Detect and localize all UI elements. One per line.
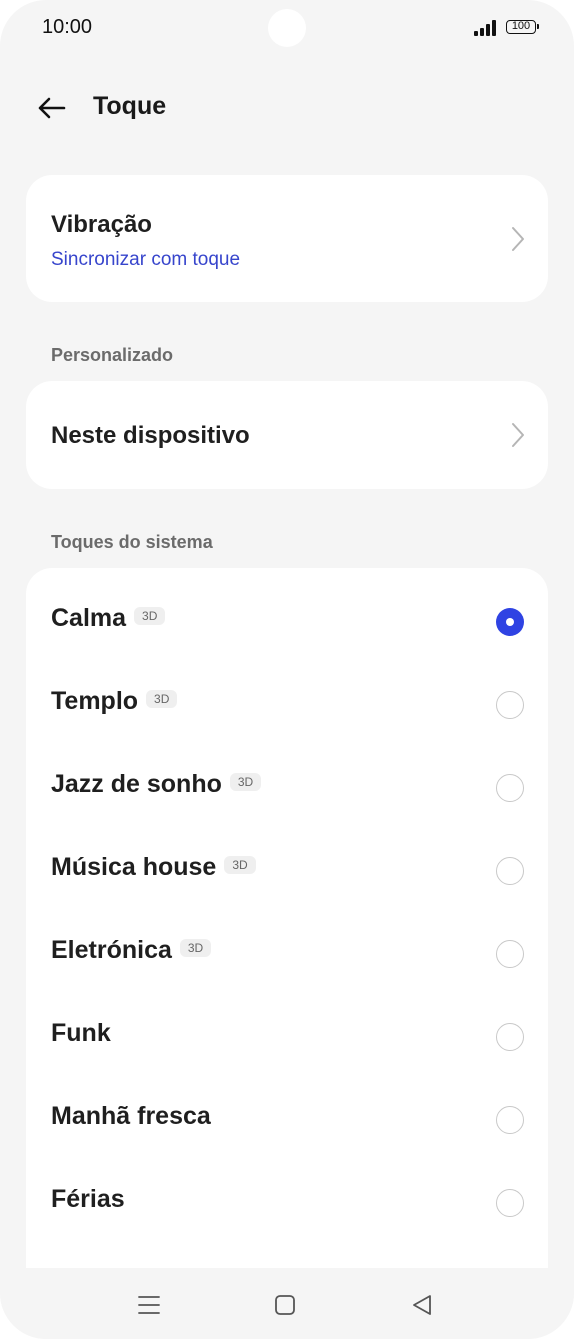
tone-label: Funk bbox=[51, 1019, 111, 1047]
status-bar: 10:00 100 bbox=[0, 0, 574, 56]
tone-item-manha-fresca[interactable]: Manhã fresca bbox=[26, 1079, 548, 1162]
vibration-row[interactable]: Vibração Sincronizar com toque bbox=[26, 175, 548, 302]
header: Toque bbox=[0, 80, 574, 136]
tone-item-musica-house[interactable]: Música house 3D bbox=[26, 830, 548, 913]
page-title: Toque bbox=[93, 92, 167, 120]
tone-label: Templo 3D bbox=[51, 687, 178, 716]
tone-item-calma[interactable]: Calma 3D bbox=[26, 581, 548, 664]
on-device-row[interactable]: Neste dispositivo bbox=[26, 381, 548, 489]
3d-badge: 3D bbox=[224, 856, 256, 875]
vibration-title: Vibração bbox=[51, 211, 152, 238]
home-icon[interactable] bbox=[270, 1290, 300, 1320]
tone-label: Calma 3D bbox=[51, 604, 166, 633]
3d-badge: 3D bbox=[134, 607, 166, 626]
vibration-subtitle: Sincronizar com toque bbox=[51, 249, 241, 270]
navigation-bar bbox=[0, 1268, 574, 1339]
chevron-right-icon bbox=[512, 423, 524, 447]
radio-unselected[interactable] bbox=[496, 691, 524, 719]
tone-label: Eletrónica 3D bbox=[51, 936, 212, 965]
3d-badge: 3D bbox=[146, 690, 178, 709]
radio-unselected[interactable] bbox=[496, 1106, 524, 1134]
tone-label: Música house 3D bbox=[51, 853, 256, 882]
on-device-title: Neste dispositivo bbox=[51, 422, 250, 449]
tone-item-eletronica[interactable]: Eletrónica 3D bbox=[26, 913, 548, 996]
battery-level: 100 bbox=[511, 20, 531, 32]
tone-item-ferias[interactable]: Férias bbox=[26, 1162, 548, 1245]
radio-unselected[interactable] bbox=[496, 857, 524, 885]
section-label-system: Toques do sistema bbox=[51, 532, 213, 552]
status-time: 10:00 bbox=[42, 16, 93, 38]
tone-label: Jazz de sonho 3D bbox=[51, 770, 262, 799]
3d-badge: 3D bbox=[179, 939, 212, 958]
tone-item-templo[interactable]: Templo 3D bbox=[26, 664, 548, 747]
tone-label: Manhã fresca bbox=[51, 1102, 211, 1130]
screen: 10:00 100 Toque Vibração Sincronizar com… bbox=[0, 0, 574, 1339]
chevron-right-icon bbox=[512, 227, 524, 251]
radio-unselected[interactable] bbox=[496, 940, 524, 968]
radio-unselected[interactable] bbox=[496, 774, 524, 802]
menu-icon[interactable] bbox=[134, 1290, 164, 1320]
radio-unselected[interactable] bbox=[496, 1023, 524, 1051]
3d-badge: 3D bbox=[229, 773, 262, 792]
back-arrow-icon[interactable] bbox=[34, 90, 70, 126]
system-tones-list: Calma 3D Templo 3D Jazz de sonho 3D Música … bbox=[26, 568, 548, 1288]
back-triangle-icon[interactable] bbox=[407, 1290, 437, 1320]
battery-icon: 100 bbox=[506, 20, 539, 34]
camera-cutout bbox=[268, 9, 306, 47]
tone-item-jazz-de-sonho[interactable]: Jazz de sonho 3D bbox=[26, 747, 548, 830]
section-label-custom: Personalizado bbox=[51, 345, 174, 365]
tone-label: Férias bbox=[51, 1185, 125, 1213]
tone-item-funk[interactable]: Funk bbox=[26, 996, 548, 1079]
radio-selected[interactable] bbox=[496, 608, 524, 636]
signal-icon bbox=[474, 20, 498, 36]
radio-unselected[interactable] bbox=[496, 1189, 524, 1217]
